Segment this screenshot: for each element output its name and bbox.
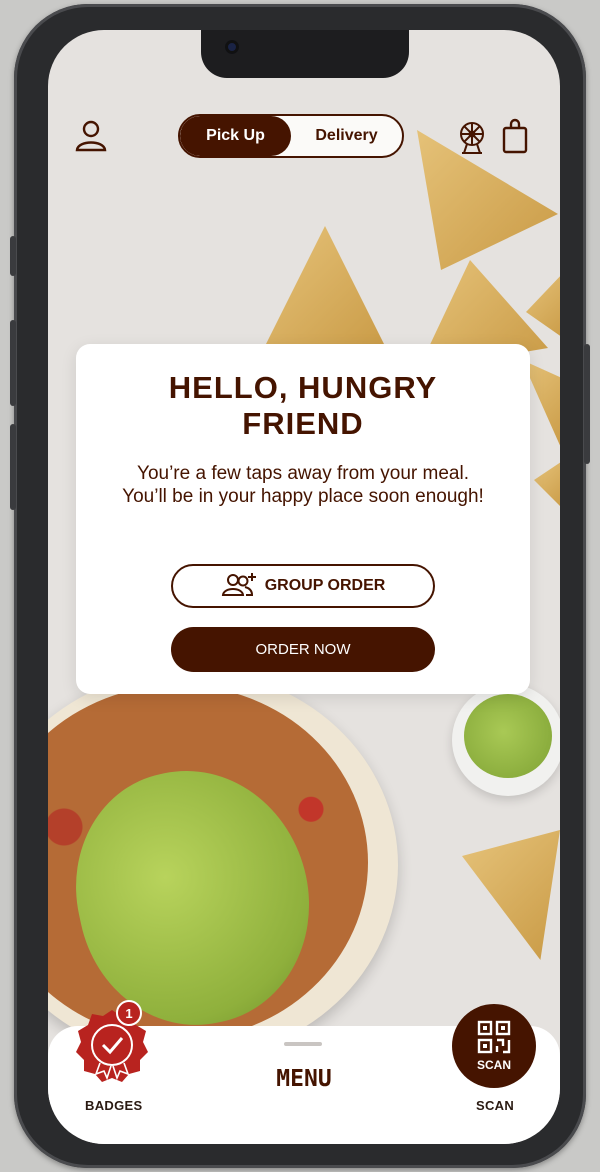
welcome-card: HELLO, HUNGRY FRIEND You’re a few taps a… (76, 344, 530, 694)
app-screen: Pick Up Delivery HELLO, HUNGRY FRIEND Yo… (48, 30, 560, 1144)
card-subtitle: You’re a few taps away from your meal. Y… (122, 463, 484, 507)
delivery-toggle[interactable]: Delivery (291, 116, 402, 156)
drawer-handle[interactable] (284, 1042, 322, 1046)
badges-label: BADGES (85, 1098, 143, 1113)
notch (201, 30, 409, 78)
user-icon[interactable] (74, 118, 108, 152)
scan-button[interactable]: SCAN (452, 1004, 536, 1088)
side-button (10, 320, 16, 406)
scan-button-label: SCAN (476, 1058, 511, 1072)
card-title: HELLO, HUNGRY FRIEND (168, 370, 438, 441)
scan-label: SCAN (476, 1098, 515, 1113)
bottom-nav: 1 BADGES MENU SCAN SCAN (48, 1000, 560, 1144)
tortilla-chip (260, 226, 390, 356)
side-button (10, 236, 16, 276)
order-now-button[interactable]: ORDER NOW (171, 627, 435, 672)
tortilla-chip (462, 830, 560, 960)
side-button (10, 424, 16, 510)
group-order-label: GROUP ORDER (264, 577, 386, 594)
guacamole-cup (452, 684, 560, 796)
pickup-toggle[interactable]: Pick Up (180, 116, 291, 156)
shopping-bag-icon[interactable] (500, 118, 534, 154)
badge-count: 1 (116, 1000, 142, 1026)
prize-wheel-icon[interactable] (456, 120, 490, 154)
order-mode-toggle[interactable]: Pick Up Delivery (178, 114, 404, 158)
side-button (584, 344, 590, 464)
group-order-button[interactable]: GROUP ORDER (171, 564, 435, 608)
qr-code-icon (477, 1020, 511, 1054)
tortilla-chip (534, 460, 560, 510)
camera (225, 40, 239, 54)
group-add-icon (221, 571, 257, 602)
